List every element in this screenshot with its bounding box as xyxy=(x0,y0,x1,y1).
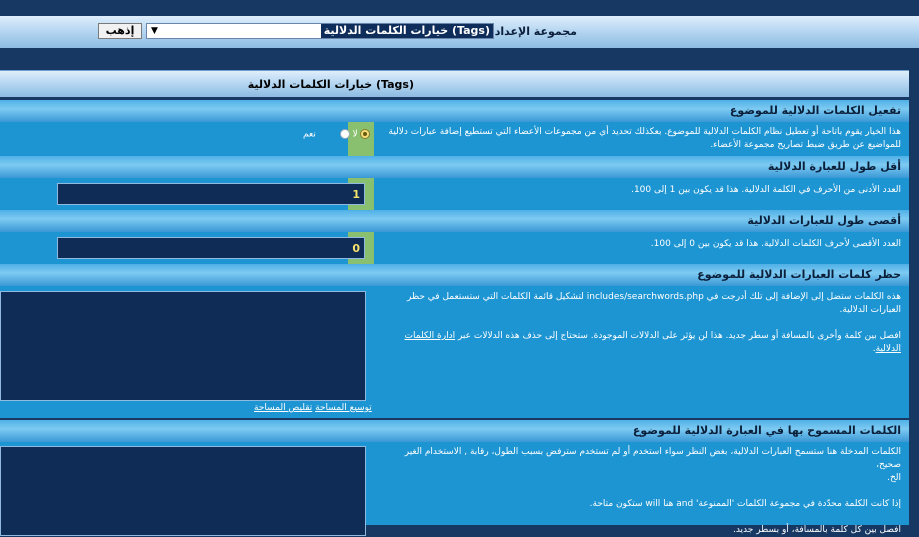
shrink-area-link[interactable]: تقليص المساحة xyxy=(254,403,312,413)
banned-desc-line3-text: افصل بين كلمة وأخرى بالمسافة أو سطر جديد… xyxy=(457,331,901,341)
chevron-down-icon: ▼ xyxy=(151,26,158,36)
group-label: مجموعة الإعداد xyxy=(494,25,577,38)
banned-desc-line3: افصل بين كلمة وأخرى بالمسافة أو سطر جديد… xyxy=(404,331,901,354)
radio-no[interactable] xyxy=(339,129,350,139)
section-min-length-header: أقل طول للعبارة الدلالية xyxy=(0,156,909,178)
section-banned-header: حظر كلمات العبارات الدلالية للموضوع xyxy=(0,264,909,286)
section-enable-title: تفعيل الكلمات الدلالية للموضوع xyxy=(729,104,901,117)
min-length-input[interactable]: 1 xyxy=(57,183,365,205)
max-length-description: العدد الأقصى لأحرف الكلمات الدلالية. هذا… xyxy=(650,239,901,249)
max-length-input[interactable]: 0 xyxy=(57,237,365,259)
banned-desc-line2: العبارات الدلالية. xyxy=(839,305,901,315)
section-max-length-title: أقصى طول للعبارات الدلالية xyxy=(747,214,901,227)
no-label: لا xyxy=(352,129,358,140)
go-button[interactable]: إذهب xyxy=(98,23,142,39)
allowed-desc-line4: افصل بين كل كلمة بالمسافة، أو بسطر جديد. xyxy=(732,525,901,535)
textarea-resize-links: توسيع المساحة تقليص المساحة xyxy=(254,403,372,413)
section-min-length-body: العدد الأدنى من الأحرف في الكلمة الدلالي… xyxy=(0,178,909,210)
section-allowed-title: الكلمات المسموح بها في العبارة الدلالية … xyxy=(632,424,901,437)
group-select[interactable]: خيارات الكلمات الدلالية (Tags) ▼ xyxy=(146,23,494,39)
allowed-words-textarea[interactable] xyxy=(0,446,366,536)
min-length-value: 1 xyxy=(352,188,360,201)
allowed-description: الكلمات المدخلة هنا ستسمح العبارات الدلا… xyxy=(381,446,901,537)
banned-description: هذه الكلمات ستضل إلى الإضافة إلى تلك أدر… xyxy=(381,291,901,356)
section-min-length-title: أقل طول للعبارة الدلالية xyxy=(767,160,901,173)
min-length-description: العدد الأدنى من الأحرف في الكلمة الدلالي… xyxy=(631,185,901,195)
settings-group-bar: مجموعة الإعداد خيارات الكلمات الدلالية (… xyxy=(0,16,919,48)
section-banned-body: هذه الكلمات ستضل إلى الإضافة إلى تلك أدر… xyxy=(0,286,909,418)
yes-label: نعم xyxy=(303,129,316,140)
allowed-desc-line2: الخ. xyxy=(887,473,901,483)
enable-desc-line2: للمواضيع عن طريق ضبط تصاريح مجموعة الأعض… xyxy=(710,140,901,150)
radio-yes[interactable] xyxy=(360,129,371,139)
banned-words-textarea[interactable] xyxy=(0,291,366,401)
enable-radio-group: لا نعم xyxy=(303,129,371,140)
expand-area-link[interactable]: توسيع المساحة xyxy=(315,403,372,413)
allowed-desc-line3: إذا كانت الكلمة محدّدة في مجموعة الكلمات… xyxy=(589,499,901,509)
banned-desc-line1: هذه الكلمات ستضل إلى الإضافة إلى تلك أدر… xyxy=(407,292,901,302)
settings-panel-header: خيارات الكلمات الدلالية (Tags) xyxy=(0,70,909,97)
section-allowed-body: الكلمات المدخلة هنا ستسمح العبارات الدلا… xyxy=(0,442,909,536)
allowed-desc-line1: الكلمات المدخلة هنا ستسمح العبارات الدلا… xyxy=(404,447,901,470)
section-banned-title: حظر كلمات العبارات الدلالية للموضوع xyxy=(697,268,901,281)
group-select-value: خيارات الكلمات الدلالية (Tags) xyxy=(320,24,493,38)
page-title: خيارات الكلمات الدلالية (Tags) xyxy=(247,78,414,91)
section-allowed-header: الكلمات المسموح بها في العبارة الدلالية … xyxy=(0,420,909,442)
section-enable-header: تفعيل الكلمات الدلالية للموضوع xyxy=(0,100,909,122)
section-enable-body: هذا الخيار يقوم باتاحة أو تعطيل نظام الك… xyxy=(0,122,909,156)
section-max-length-header: أقصى طول للعبارات الدلالية xyxy=(0,210,909,232)
enable-description: هذا الخيار يقوم باتاحة أو تعطيل نظام الك… xyxy=(356,126,902,152)
section-max-length-body: العدد الأقصى لأحرف الكلمات الدلالية. هذا… xyxy=(0,232,909,264)
max-length-value: 0 xyxy=(352,242,360,255)
enable-desc-line1: هذا الخيار يقوم باتاحة أو تعطيل نظام الك… xyxy=(388,127,902,137)
